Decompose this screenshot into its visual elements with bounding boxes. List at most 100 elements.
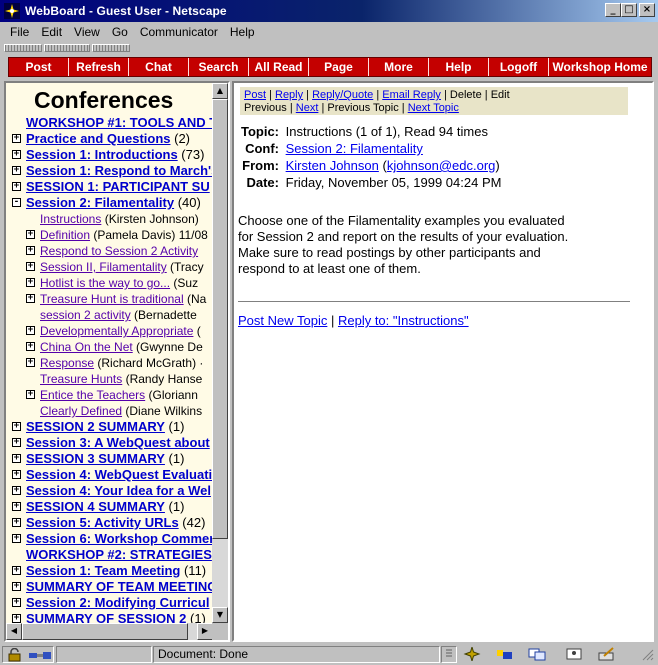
next-topic-link[interactable]: Next Topic (408, 102, 459, 114)
conference-link[interactable]: Session 4: Your Idea for a Wel (26, 483, 211, 498)
reply-quote-link[interactable]: Reply/Quote (312, 89, 373, 101)
conference-item[interactable]: + Session 1: Introductions (73) (6, 147, 213, 163)
conference-item[interactable]: + Session 4: WebQuest Evaluati (6, 467, 213, 483)
chat-button[interactable]: Chat (129, 58, 189, 76)
conference-item[interactable]: + SESSION 3 SUMMARY (1) (6, 451, 213, 467)
topic-item[interactable]: + Entice the Teachers (Gloriann (6, 387, 213, 403)
conference-link[interactable]: Session 1: Team Meeting (26, 563, 180, 578)
topic-item[interactable]: + Treasure Hunt is traditional (Na (6, 291, 213, 307)
conference-item[interactable]: + SESSION 1: PARTICIPANT SU (6, 179, 213, 195)
expand-icon[interactable]: + (26, 294, 35, 303)
scroll-up-arrow-icon[interactable]: ▲ (212, 83, 228, 99)
author-link[interactable]: Kirsten Johnson (286, 158, 379, 173)
conference-item[interactable]: + SESSION 4 SUMMARY (1) (6, 499, 213, 515)
conference-item[interactable]: + Session 6: Workshop Commer (6, 531, 213, 547)
menu-communicator[interactable]: Communicator (134, 25, 224, 39)
logoff-button[interactable]: Logoff (489, 58, 549, 76)
mailbox-icon[interactable] (495, 647, 513, 661)
conference-item[interactable]: WORKSHOP #2: STRATEGIES (6, 547, 213, 563)
conference-item[interactable]: + Practice and Questions (2) (6, 131, 213, 147)
menu-go[interactable]: Go (106, 25, 134, 39)
scroll-right-arrow-icon[interactable]: ▶ (197, 623, 213, 640)
conference-link[interactable]: WORKSHOP #1: TOOLS AND T (26, 115, 213, 130)
more-button[interactable]: More (369, 58, 429, 76)
maximize-button[interactable]: □ (621, 3, 637, 17)
toolbar-grip[interactable] (44, 44, 90, 52)
conference-link[interactable]: SESSION 1: PARTICIPANT SU (26, 179, 210, 194)
page-button[interactable]: Page (309, 58, 369, 76)
collapse-icon[interactable]: - (12, 198, 21, 207)
conference-link[interactable]: SUMMARY OF TEAM MEETING (26, 579, 213, 594)
topic-item[interactable]: Instructions (Kirsten Johnson) (6, 211, 213, 227)
topic-link[interactable]: Response (40, 356, 94, 370)
conference-item[interactable]: + Session 4: Your Idea for a Wel (6, 483, 213, 499)
conference-item[interactable]: - Session 2: Filamentality (40) (6, 195, 213, 211)
expand-icon[interactable]: + (12, 454, 21, 463)
expand-icon[interactable]: + (12, 582, 21, 591)
topic-item[interactable]: Treasure Hunts (Randy Hanse (6, 371, 213, 387)
expand-icon[interactable]: + (12, 438, 21, 447)
expand-icon[interactable]: + (12, 598, 21, 607)
topic-item[interactable]: + Developmentally Appropriate ( (6, 323, 213, 339)
menu-edit[interactable]: Edit (35, 25, 68, 39)
expand-icon[interactable]: + (26, 230, 35, 239)
conference-link[interactable]: WORKSHOP #2: STRATEGIES (26, 547, 212, 562)
conference-item[interactable]: + SESSION 2 SUMMARY (1) (6, 419, 213, 435)
topic-link[interactable]: Session II, Filamentality (40, 260, 167, 274)
conference-item[interactable]: + Session 1: Team Meeting (11) (6, 563, 213, 579)
topic-item[interactable]: + Hotlist is the way to go... (Suz (6, 275, 213, 291)
expand-icon[interactable]: + (12, 134, 21, 143)
next-link[interactable]: Next (296, 102, 319, 114)
topic-link[interactable]: Treasure Hunts (40, 372, 122, 386)
conference-item[interactable]: + Session 3: A WebQuest about (6, 435, 213, 451)
horizontal-scroll-thumb[interactable] (22, 623, 188, 640)
composer-icon[interactable] (598, 647, 616, 661)
conf-link[interactable]: Session 2: Filamentality (286, 141, 423, 156)
address-book-icon[interactable] (565, 647, 583, 661)
topic-item[interactable]: + Definition (Pamela Davis) 11/08 (6, 227, 213, 243)
resize-grip-icon[interactable] (640, 647, 654, 661)
conference-link[interactable]: SESSION 2 SUMMARY (26, 419, 165, 434)
expand-icon[interactable]: + (26, 262, 35, 271)
topic-link[interactable]: Hotlist is the way to go... (40, 276, 170, 290)
search-button[interactable]: Search (189, 58, 249, 76)
topic-link[interactable]: Entice the Teachers (40, 388, 145, 402)
topic-item[interactable]: Clearly Defined (Diane Wilkins (6, 403, 213, 419)
scroll-down-arrow-icon[interactable]: ▼ (212, 607, 228, 623)
close-button[interactable]: × (639, 3, 655, 17)
email-reply-link[interactable]: Email Reply (382, 89, 441, 101)
conference-item[interactable]: + Session 2: Modifying Curricul (6, 595, 213, 611)
conference-link[interactable]: Session 4: WebQuest Evaluati (26, 467, 212, 482)
expand-icon[interactable]: + (26, 326, 35, 335)
expand-icon[interactable]: + (12, 470, 21, 479)
conference-item[interactable]: + SUMMARY OF TEAM MEETING (6, 579, 213, 595)
expand-icon[interactable]: + (12, 182, 21, 191)
menu-view[interactable]: View (68, 25, 106, 39)
menu-help[interactable]: Help (224, 25, 261, 39)
conference-item[interactable]: + Session 1: Respond to March's (6, 163, 213, 179)
toolbar-grip[interactable] (4, 44, 42, 52)
conference-link[interactable]: Practice and Questions (26, 131, 171, 146)
expand-icon[interactable]: + (12, 166, 21, 175)
scroll-left-arrow-icon[interactable]: ◀ (6, 623, 22, 640)
help-button[interactable]: Help (429, 58, 489, 76)
conference-link[interactable]: SESSION 3 SUMMARY (26, 451, 165, 466)
topic-link[interactable]: China On the Net (40, 340, 133, 354)
topic-link[interactable]: Treasure Hunt is traditional (40, 292, 184, 306)
expand-icon[interactable]: + (26, 358, 35, 367)
expand-icon[interactable]: + (12, 534, 21, 543)
conference-link[interactable]: Session 2: Modifying Curricul (26, 595, 209, 610)
conference-link[interactable]: Session 1: Introductions (26, 147, 178, 162)
expand-icon[interactable]: + (26, 246, 35, 255)
expand-icon[interactable]: + (12, 518, 21, 527)
refresh-button[interactable]: Refresh (69, 58, 129, 76)
expand-icon[interactable]: + (12, 486, 21, 495)
vertical-scroll-thumb[interactable] (212, 99, 228, 539)
toolbar-grip[interactable] (92, 44, 130, 52)
vertical-scrollbar[interactable]: ▲ ▼ (212, 83, 228, 623)
conference-link[interactable]: Session 1: Respond to March's (26, 163, 213, 178)
horizontal-scrollbar[interactable]: ◀ ▶ (6, 623, 213, 640)
author-email-link[interactable]: kjohnson@edc.org (387, 158, 496, 173)
post-new-topic-link[interactable]: Post New Topic (238, 313, 327, 328)
conference-link[interactable]: Session 2: Filamentality (26, 195, 174, 210)
